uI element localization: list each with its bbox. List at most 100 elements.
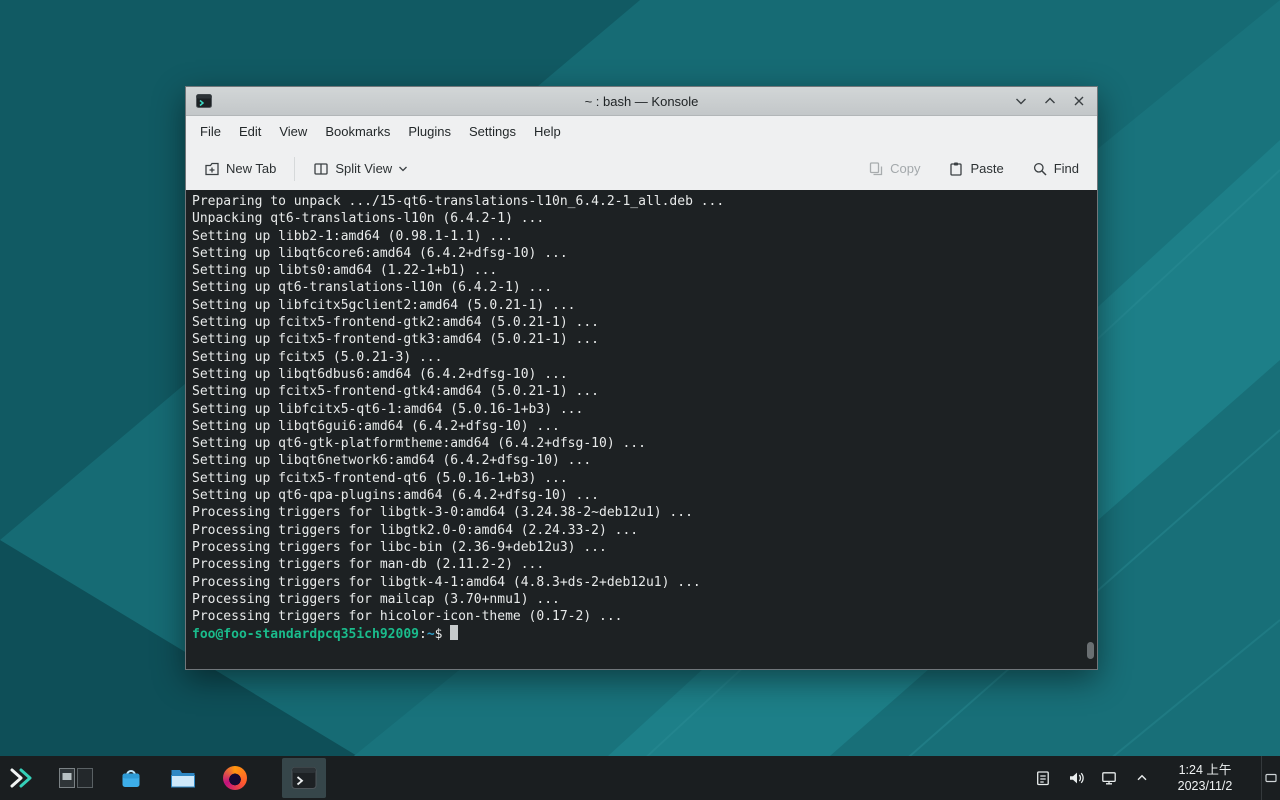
paste-label: Paste <box>970 161 1003 176</box>
window-title: ~ : bash — Konsole <box>186 94 1097 109</box>
minimize-icon <box>1014 94 1028 108</box>
prompt-cwd: ~ <box>427 627 435 642</box>
terminal-line: Processing triggers for man-db (2.11.2-2… <box>192 556 1085 573</box>
terminal-line: Processing triggers for libgtk2.0-0:amd6… <box>192 522 1085 539</box>
new-tab-icon <box>204 161 220 177</box>
menubar: FileEditViewBookmarksPluginsSettingsHelp <box>186 116 1097 147</box>
terminal-line: Unpacking qt6-translations-l10n (6.4.2-1… <box>192 210 1085 227</box>
dolphin-icon <box>170 767 196 789</box>
terminal-line: Processing triggers for libgtk-3-0:amd64… <box>192 504 1085 521</box>
konsole-icon <box>291 765 317 791</box>
volume-icon <box>1068 770 1085 786</box>
konsole-app-icon <box>196 93 212 109</box>
system-tray: 1:24 上午 2023/11/2 <box>1034 756 1280 800</box>
terminal-line: Setting up qt6-translations-l10n (6.4.2-… <box>192 279 1085 296</box>
maximize-button[interactable] <box>1042 93 1058 109</box>
find-button[interactable]: Find <box>1024 154 1087 184</box>
terminal-line: Setting up fcitx5-frontend-gtk4:amd64 (5… <box>192 383 1085 400</box>
application-launcher-icon <box>8 765 34 791</box>
menu-item-edit[interactable]: Edit <box>230 118 270 145</box>
taskbar-left-group <box>6 756 326 800</box>
firefox-launcher[interactable] <box>220 763 250 793</box>
terminal-line: Setting up libfcitx5-qt6-1:amd64 (5.0.16… <box>192 401 1085 418</box>
toolbar: New Tab Split View C <box>186 147 1097 190</box>
terminal-view[interactable]: Preparing to unpack .../15-qt6-translati… <box>186 190 1097 669</box>
desktop: ~ : bash — Konsole FileEditViewBookmarks… <box>0 0 1280 800</box>
terminal-line: Processing triggers for libgtk-4-1:amd64… <box>192 574 1085 591</box>
application-launcher-button[interactable] <box>6 763 36 793</box>
network-icon <box>1101 770 1117 786</box>
terminal-line: Setting up libqt6dbus6:amd64 (6.4.2+dfsg… <box>192 366 1085 383</box>
digital-clock[interactable]: 1:24 上午 2023/11/2 <box>1172 762 1238 795</box>
toolbar-separator <box>294 157 295 181</box>
new-tab-button[interactable]: New Tab <box>196 154 284 184</box>
copy-icon <box>868 161 884 177</box>
menu-item-help[interactable]: Help <box>525 118 570 145</box>
find-icon <box>1032 161 1048 177</box>
show-desktop-button[interactable] <box>1261 756 1280 800</box>
terminal-line: Setting up fcitx5-frontend-gtk3:amd64 (5… <box>192 331 1085 348</box>
clock-date: 2023/11/2 <box>1172 778 1238 794</box>
copy-label: Copy <box>890 161 920 176</box>
maximize-icon <box>1043 94 1057 108</box>
prompt-separator: : <box>419 627 427 642</box>
copy-button[interactable]: Copy <box>860 154 928 184</box>
virtual-desktop-pager[interactable] <box>58 763 94 793</box>
minimize-button[interactable] <box>1013 93 1029 109</box>
network-tray-button[interactable] <box>1100 769 1118 787</box>
titlebar[interactable]: ~ : bash — Konsole <box>186 87 1097 116</box>
terminal-line: Setting up fcitx5-frontend-gtk2:amd64 (5… <box>192 314 1085 331</box>
terminal-line: Setting up libfcitx5gclient2:amd64 (5.0.… <box>192 297 1085 314</box>
taskbar: 1:24 上午 2023/11/2 <box>0 756 1280 800</box>
terminal-line: Preparing to unpack .../15-qt6-translati… <box>192 193 1085 210</box>
tray-expand-button[interactable] <box>1133 769 1151 787</box>
menu-item-settings[interactable]: Settings <box>460 118 525 145</box>
paste-icon <box>948 161 964 177</box>
clipboard-icon <box>1035 770 1051 786</box>
chevron-down-icon <box>398 164 408 174</box>
terminal-line: Setting up libb2-1:amd64 (0.98.1-1.1) ..… <box>192 228 1085 245</box>
firefox-icon <box>223 766 247 790</box>
terminal-line: Setting up qt6-qpa-plugins:amd64 (6.4.2+… <box>192 487 1085 504</box>
terminal-output: Preparing to unpack .../15-qt6-translati… <box>192 193 1085 625</box>
menu-item-view[interactable]: View <box>270 118 316 145</box>
terminal-line: Processing triggers for libc-bin (2.36-9… <box>192 539 1085 556</box>
window-controls <box>1013 93 1087 109</box>
terminal-line: Processing triggers for hicolor-icon-the… <box>192 608 1085 625</box>
chevron-up-icon <box>1135 771 1149 785</box>
discover-icon <box>119 765 143 791</box>
konsole-task-button[interactable] <box>282 758 326 798</box>
close-icon <box>1072 94 1086 108</box>
toolbar-right-group: Copy Paste Find <box>860 154 1087 184</box>
close-button[interactable] <box>1071 93 1087 109</box>
clipboard-tray-button[interactable] <box>1034 769 1052 787</box>
konsole-window: ~ : bash — Konsole FileEditViewBookmarks… <box>185 86 1098 670</box>
prompt-symbol: $ <box>435 627 443 642</box>
terminal-line: Setting up fcitx5 (5.0.21-3) ... <box>192 349 1085 366</box>
terminal-cursor <box>450 625 458 640</box>
split-view-label: Split View <box>335 161 392 176</box>
prompt-line: foo@foo-standardpcq35ich92009:~$ <box>192 625 1085 643</box>
split-view-button[interactable]: Split View <box>305 154 416 184</box>
new-tab-label: New Tab <box>226 161 276 176</box>
file-manager-launcher[interactable] <box>168 763 198 793</box>
terminal-line: Setting up libts0:amd64 (1.22-1+b1) ... <box>192 262 1085 279</box>
menu-item-bookmarks[interactable]: Bookmarks <box>316 118 399 145</box>
volume-tray-button[interactable] <box>1067 769 1085 787</box>
terminal-line: Setting up qt6-gtk-platformtheme:amd64 (… <box>192 435 1085 452</box>
prompt-user-host: foo@foo-standardpcq35ich92009 <box>192 627 419 642</box>
find-label: Find <box>1054 161 1079 176</box>
split-view-icon <box>313 161 329 177</box>
terminal-scrollbar[interactable] <box>1087 642 1094 659</box>
terminal-line: Setting up libqt6core6:amd64 (6.4.2+dfsg… <box>192 245 1085 262</box>
terminal-line: Processing triggers for mailcap (3.70+nm… <box>192 591 1085 608</box>
discover-launcher[interactable] <box>116 763 146 793</box>
show-desktop-icon <box>1265 772 1277 784</box>
menu-item-file[interactable]: File <box>191 118 230 145</box>
paste-button[interactable]: Paste <box>940 154 1011 184</box>
terminal-line: Setting up fcitx5-frontend-qt6 (5.0.16-1… <box>192 470 1085 487</box>
terminal-line: Setting up libqt6network6:amd64 (6.4.2+d… <box>192 452 1085 469</box>
clock-time: 1:24 上午 <box>1172 762 1238 778</box>
menu-item-plugins[interactable]: Plugins <box>399 118 460 145</box>
pager-icon <box>59 765 93 791</box>
